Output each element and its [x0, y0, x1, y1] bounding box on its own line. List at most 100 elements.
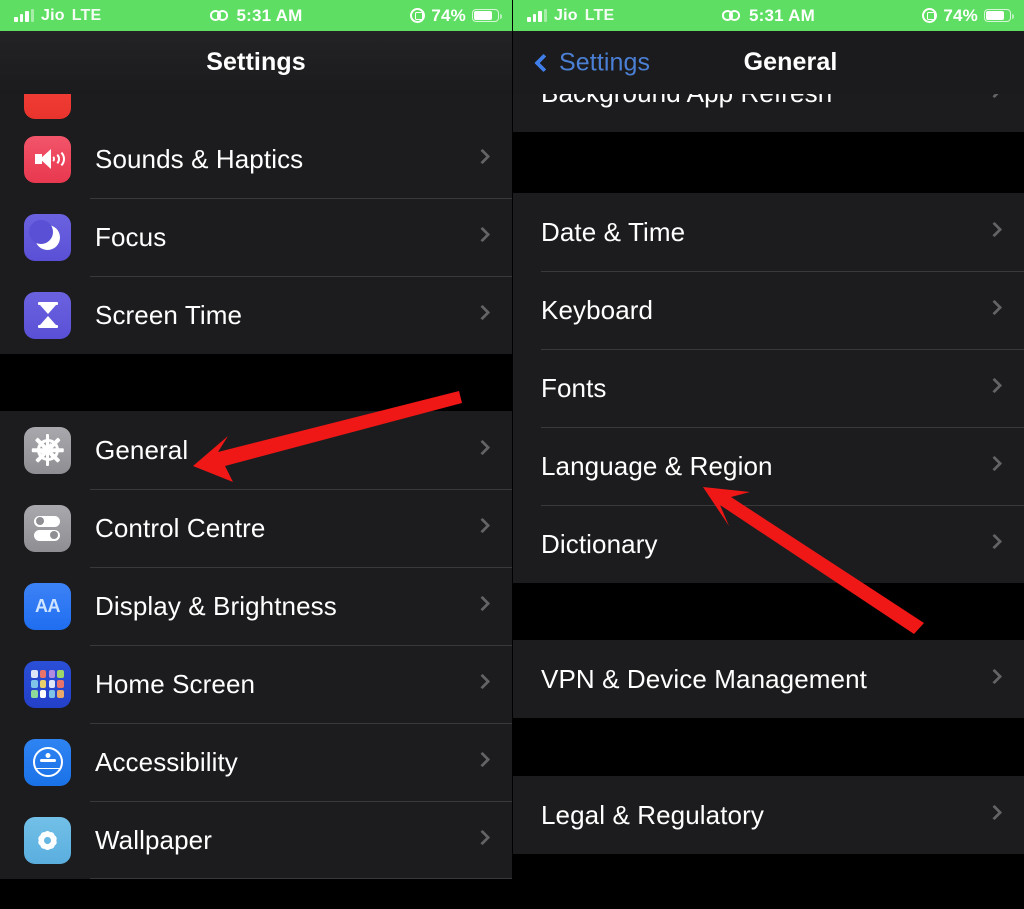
status-bar-left-group: Jio LTE: [513, 7, 703, 25]
list-item-language-region[interactable]: Language & Region: [513, 427, 1024, 505]
general-group-3: VPN & Device Management: [513, 640, 1024, 718]
chevron-right-icon: [986, 299, 1003, 316]
chevron-right-icon: [986, 221, 1003, 238]
list-item-label: Background App Refresh: [541, 94, 832, 109]
partial-row-notifications[interactable]: [0, 94, 512, 120]
list-item-background-app-refresh[interactable]: Background App Refresh: [513, 94, 1024, 132]
battery-icon: [984, 9, 1014, 22]
chevron-right-icon: [986, 668, 1003, 685]
chevron-right-icon: [986, 455, 1003, 472]
chevron-right-icon: [474, 673, 491, 690]
accessibility-icon: [24, 738, 71, 786]
status-bar-right: Jio LTE 5:31 AM 74%: [513, 0, 1024, 31]
list-item-wallpaper[interactable]: Wallpaper: [0, 801, 512, 879]
list-item-control-centre[interactable]: Control Centre: [0, 489, 512, 567]
back-button-label: Settings: [559, 48, 651, 76]
chevron-right-icon: [474, 439, 491, 456]
page-title: Settings: [206, 48, 306, 76]
chevron-right-icon: [474, 226, 491, 243]
chevron-right-icon: [474, 517, 491, 534]
rotation-lock-icon: [410, 8, 426, 23]
list-item-accessibility[interactable]: Accessibility: [0, 723, 512, 801]
list-item-label: Keyboard: [541, 294, 654, 325]
list-item-general[interactable]: General: [0, 411, 512, 489]
chevron-right-icon: [474, 595, 491, 612]
notifications-icon: [24, 94, 71, 119]
list-item-label: Accessibility: [95, 746, 238, 777]
list-item-label: Home Screen: [95, 668, 256, 699]
status-bar-center-group: 5:31 AM: [703, 6, 834, 26]
list-item-fonts[interactable]: Fonts: [513, 349, 1024, 427]
list-item-label: Dictionary: [541, 528, 658, 559]
flower-icon: [24, 816, 71, 864]
list-item-sounds-haptics[interactable]: Sounds & Haptics: [0, 120, 512, 198]
chevron-right-icon: [474, 751, 491, 768]
settings-group-2: General Control Centre AA Display & Brig…: [0, 411, 512, 879]
left-phone-screen: Jio LTE 5:31 AM 74% Settings Sounds & Ha…: [0, 0, 512, 909]
list-item-label: Focus: [95, 221, 167, 252]
app-grid-icon: [24, 660, 71, 708]
left-nav-bar: Settings: [0, 31, 512, 94]
list-item-label: Sounds & Haptics: [95, 143, 304, 174]
right-phone-screen: Jio LTE 5:31 AM 74% Settings General Dat…: [512, 0, 1024, 909]
general-settings-list[interactable]: Background App Refresh Date & Time Keybo…: [513, 94, 1024, 909]
back-button[interactable]: Settings: [534, 48, 651, 77]
list-item-vpn-device-management[interactable]: VPN & Device Management: [513, 640, 1024, 718]
settings-list[interactable]: Sounds & Haptics Focus Screen Time Gener…: [0, 94, 512, 909]
list-item-keyboard[interactable]: Keyboard: [513, 271, 1024, 349]
list-item-focus[interactable]: Focus: [0, 198, 512, 276]
section-gap: [513, 718, 1024, 776]
status-bar-center-group: 5:31 AM: [190, 6, 322, 26]
gear-icon: [24, 426, 71, 474]
status-bar-clock: 5:31 AM: [236, 5, 303, 25]
carrier-name: Jio: [554, 6, 578, 24]
settings-group-1: Sounds & Haptics Focus Screen Time: [0, 120, 512, 354]
moon-icon: [24, 213, 71, 261]
list-item-label: Wallpaper: [95, 824, 212, 855]
battery-percent: 74%: [943, 5, 978, 25]
page-title: General: [743, 48, 838, 76]
status-bar-right-group: 74%: [834, 6, 1024, 26]
list-item-legal-regulatory[interactable]: Legal & Regulatory: [513, 776, 1024, 854]
toggles-icon: [24, 504, 71, 552]
general-group-4: Legal & Regulatory: [513, 776, 1024, 854]
hourglass-icon: [24, 291, 71, 339]
list-item-label: Control Centre: [95, 512, 266, 543]
section-gap: [0, 354, 512, 411]
section-gap: [513, 132, 1024, 193]
list-item-screen-time[interactable]: Screen Time: [0, 276, 512, 354]
network-type: LTE: [584, 6, 615, 24]
list-item-label: Screen Time: [95, 299, 243, 330]
chevron-left-icon: [534, 53, 553, 72]
list-item-dictionary[interactable]: Dictionary: [513, 505, 1024, 583]
status-bar-clock: 5:31 AM: [749, 5, 815, 25]
right-nav-bar: Settings General: [513, 31, 1024, 94]
carrier-name: Jio: [41, 6, 65, 24]
list-item-display-brightness[interactable]: AA Display & Brightness: [0, 567, 512, 645]
dual-screenshot-container: Jio LTE 5:31 AM 74% Settings Sounds & Ha…: [0, 0, 1024, 909]
speaker-icon: [24, 135, 71, 183]
list-item-label: Date & Time: [541, 216, 686, 247]
rotation-lock-icon: [922, 8, 938, 23]
general-group-2: Date & Time Keyboard Fonts Language & Re…: [513, 193, 1024, 583]
status-bar-left-group: Jio LTE: [0, 7, 190, 25]
battery-percent: 74%: [431, 5, 466, 25]
screen-record-link-icon: [722, 9, 742, 22]
list-item-label: Fonts: [541, 372, 607, 403]
list-item-label: General: [95, 434, 189, 465]
screen-record-link-icon: [209, 9, 230, 22]
chevron-right-icon: [474, 148, 491, 165]
cellular-bars-icon: [14, 9, 34, 22]
list-item-label: Display & Brightness: [95, 590, 337, 621]
section-gap-bottom: [513, 854, 1024, 909]
network-type: LTE: [71, 6, 102, 24]
status-bar-left: Jio LTE 5:31 AM 74%: [0, 0, 512, 31]
list-item-label: VPN & Device Management: [541, 663, 868, 694]
list-item-home-screen[interactable]: Home Screen: [0, 645, 512, 723]
chevron-right-icon: [474, 829, 491, 846]
list-item-date-time[interactable]: Date & Time: [513, 193, 1024, 271]
chevron-right-icon: [986, 94, 1003, 99]
chevron-right-icon: [474, 304, 491, 321]
list-item-label: Legal & Regulatory: [541, 799, 764, 830]
status-bar-right-group: 74%: [322, 6, 512, 26]
